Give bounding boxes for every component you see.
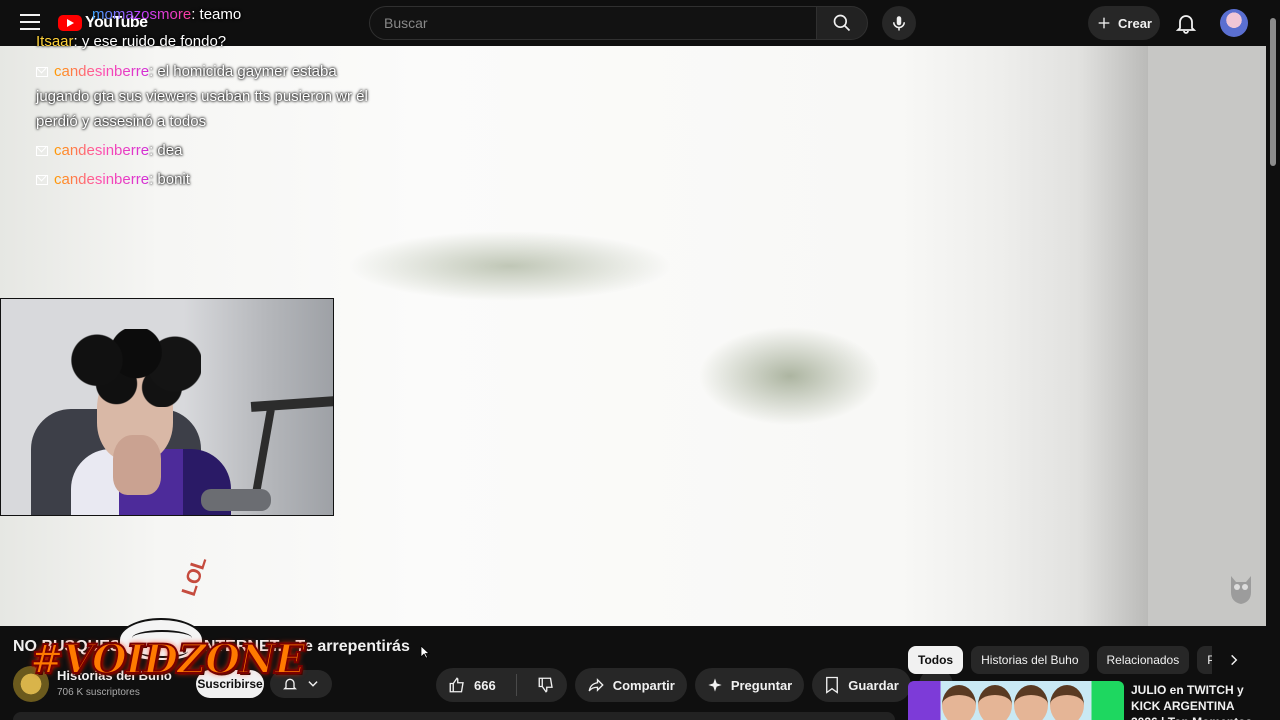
mouse-cursor-icon bbox=[420, 645, 430, 659]
chat-message: candesinberre: bonit bbox=[36, 167, 396, 192]
channel-subscribers: 706 K suscriptores bbox=[57, 687, 140, 698]
like-dislike-group: 666 bbox=[436, 668, 567, 702]
search-box[interactable] bbox=[369, 6, 816, 40]
owl-watermark-icon bbox=[1231, 576, 1251, 604]
microphone-icon bbox=[893, 16, 905, 31]
ask-label: Preguntar bbox=[730, 677, 793, 693]
bell-icon bbox=[1175, 15, 1197, 34]
video-actions: 666 Compartir Preguntar Guardar bbox=[436, 668, 953, 702]
thumbs-down-icon bbox=[538, 677, 553, 693]
chat-message: Itsaar: y ese ruido de fondo? bbox=[36, 29, 396, 54]
share-button[interactable]: Compartir bbox=[574, 668, 687, 702]
chip-all[interactable]: Todos bbox=[908, 646, 964, 674]
create-button[interactable]: Crear bbox=[1088, 6, 1160, 40]
chat-username: Itsaar bbox=[36, 33, 74, 50]
chat-text: : dea bbox=[149, 142, 183, 159]
search-icon bbox=[833, 14, 851, 32]
search-button[interactable] bbox=[816, 6, 868, 40]
chat-message: momazosmore: teamo bbox=[36, 2, 396, 27]
dislike-button[interactable] bbox=[525, 668, 567, 702]
like-button[interactable]: 666 bbox=[436, 668, 508, 702]
voidzone-logo-overlay: #VOIDZONE bbox=[29, 635, 306, 684]
like-separator bbox=[515, 674, 517, 696]
chat-message: candesinberre: el homicida gaymer estaba… bbox=[36, 59, 386, 134]
plus-icon bbox=[1098, 17, 1110, 29]
chat-username: candesinberre bbox=[54, 171, 150, 188]
thumbs-up-icon bbox=[449, 677, 464, 693]
chip-for-you[interactable]: Para ti bbox=[1197, 646, 1212, 674]
chip-related[interactable]: Relacionados bbox=[1096, 646, 1190, 674]
recommended-video-thumbnail[interactable] bbox=[908, 681, 1124, 720]
chat-message: candesinberre: dea bbox=[36, 138, 396, 163]
search-input[interactable] bbox=[384, 15, 802, 31]
mail-icon bbox=[36, 67, 48, 77]
page-scrollbar[interactable] bbox=[1266, 0, 1280, 720]
chat-text: : y ese ruido de fondo? bbox=[73, 33, 227, 50]
chips-next-button[interactable] bbox=[1222, 648, 1246, 672]
comment-box-edge bbox=[13, 712, 895, 720]
scrollbar-thumb[interactable] bbox=[1270, 18, 1276, 166]
account-avatar[interactable] bbox=[1220, 9, 1248, 37]
chevron-right-icon bbox=[1231, 654, 1238, 666]
share-label: Compartir bbox=[612, 677, 675, 693]
voice-search-button[interactable] bbox=[882, 6, 916, 40]
chat-username: candesinberre bbox=[54, 63, 150, 80]
chat-text: : bonit bbox=[149, 171, 190, 188]
sparkle-icon bbox=[708, 678, 722, 692]
mail-icon bbox=[36, 175, 48, 185]
microphone bbox=[201, 489, 271, 511]
create-label: Crear bbox=[1118, 15, 1152, 31]
share-icon bbox=[588, 678, 604, 692]
save-label: Guardar bbox=[848, 677, 899, 693]
bookmark-icon bbox=[826, 676, 839, 694]
like-count: 666 bbox=[474, 677, 496, 693]
notifications-button[interactable] bbox=[1174, 11, 1198, 35]
streamer-webcam bbox=[0, 298, 334, 516]
save-button[interactable]: Guardar bbox=[812, 668, 911, 702]
recommendation-chips: Todos Historias del Buho Relacionados Pa… bbox=[908, 646, 1212, 674]
chat-username: candesinberre bbox=[54, 142, 150, 159]
chat-username: momazosmore bbox=[92, 6, 192, 23]
chat-overlay: momazosmore: teamo Itsaar: y ese ruido d… bbox=[36, 2, 396, 192]
mail-icon bbox=[36, 146, 48, 156]
chevron-down-icon bbox=[308, 681, 318, 687]
chat-text: : teamo bbox=[191, 6, 242, 23]
chip-channel[interactable]: Historias del Buho bbox=[971, 646, 1089, 674]
ask-button[interactable]: Preguntar bbox=[694, 668, 805, 702]
recommended-video-title[interactable]: JULIO en TWITCH y KICK ARGENTINA 2026 | … bbox=[1131, 682, 1261, 720]
video-side-band bbox=[1148, 46, 1266, 626]
